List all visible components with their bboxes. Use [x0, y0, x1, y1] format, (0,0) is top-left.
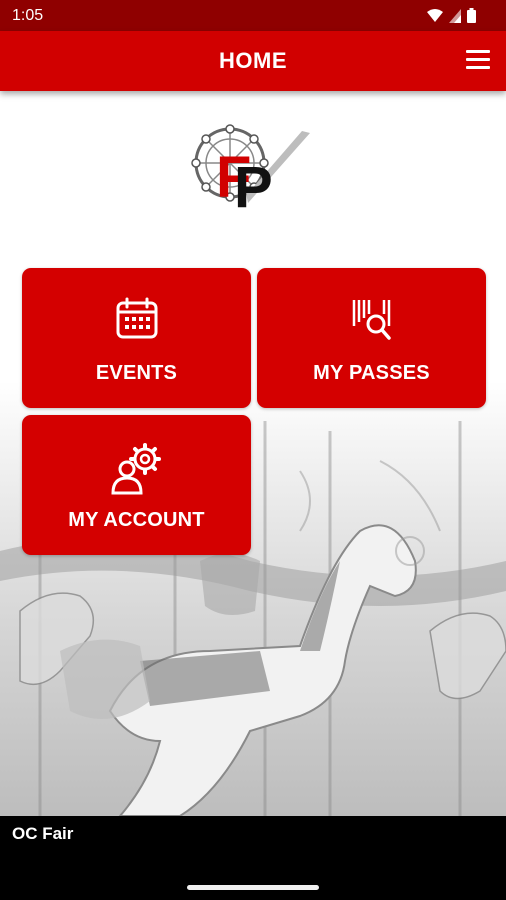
home-indicator[interactable] — [187, 885, 319, 890]
footer-bar: OC Fair — [0, 816, 506, 900]
status-bar: 1:05 — [0, 0, 506, 31]
my-passes-button[interactable]: MY PASSES — [257, 268, 486, 408]
signal-icon — [449, 8, 461, 23]
barcode-search-icon — [352, 300, 391, 340]
footer-app-name: OC Fair — [12, 824, 74, 843]
my-account-label: MY ACCOUNT — [68, 509, 205, 531]
app-bar: HOME — [0, 31, 506, 91]
hamburger-menu-icon[interactable] — [466, 50, 490, 72]
user-gear-icon — [110, 443, 161, 495]
status-icons — [427, 8, 476, 23]
my-account-button[interactable]: MY ACCOUNT — [22, 415, 251, 555]
battery-icon — [467, 8, 476, 23]
home-content: F P EVENTS MY PASSES MY ACCOUNT — [0, 91, 506, 816]
events-label: EVENTS — [95, 362, 178, 384]
status-time: 1:05 — [12, 7, 44, 24]
my-passes-label: MY PASSES — [313, 362, 430, 384]
events-button[interactable]: EVENTS — [22, 268, 251, 408]
logo-letter-p: P — [234, 155, 273, 220]
wifi-icon — [427, 8, 443, 22]
calendar-icon — [116, 297, 157, 339]
fp-logo: F P — [191, 124, 310, 220]
page-title: HOME — [219, 48, 287, 73]
